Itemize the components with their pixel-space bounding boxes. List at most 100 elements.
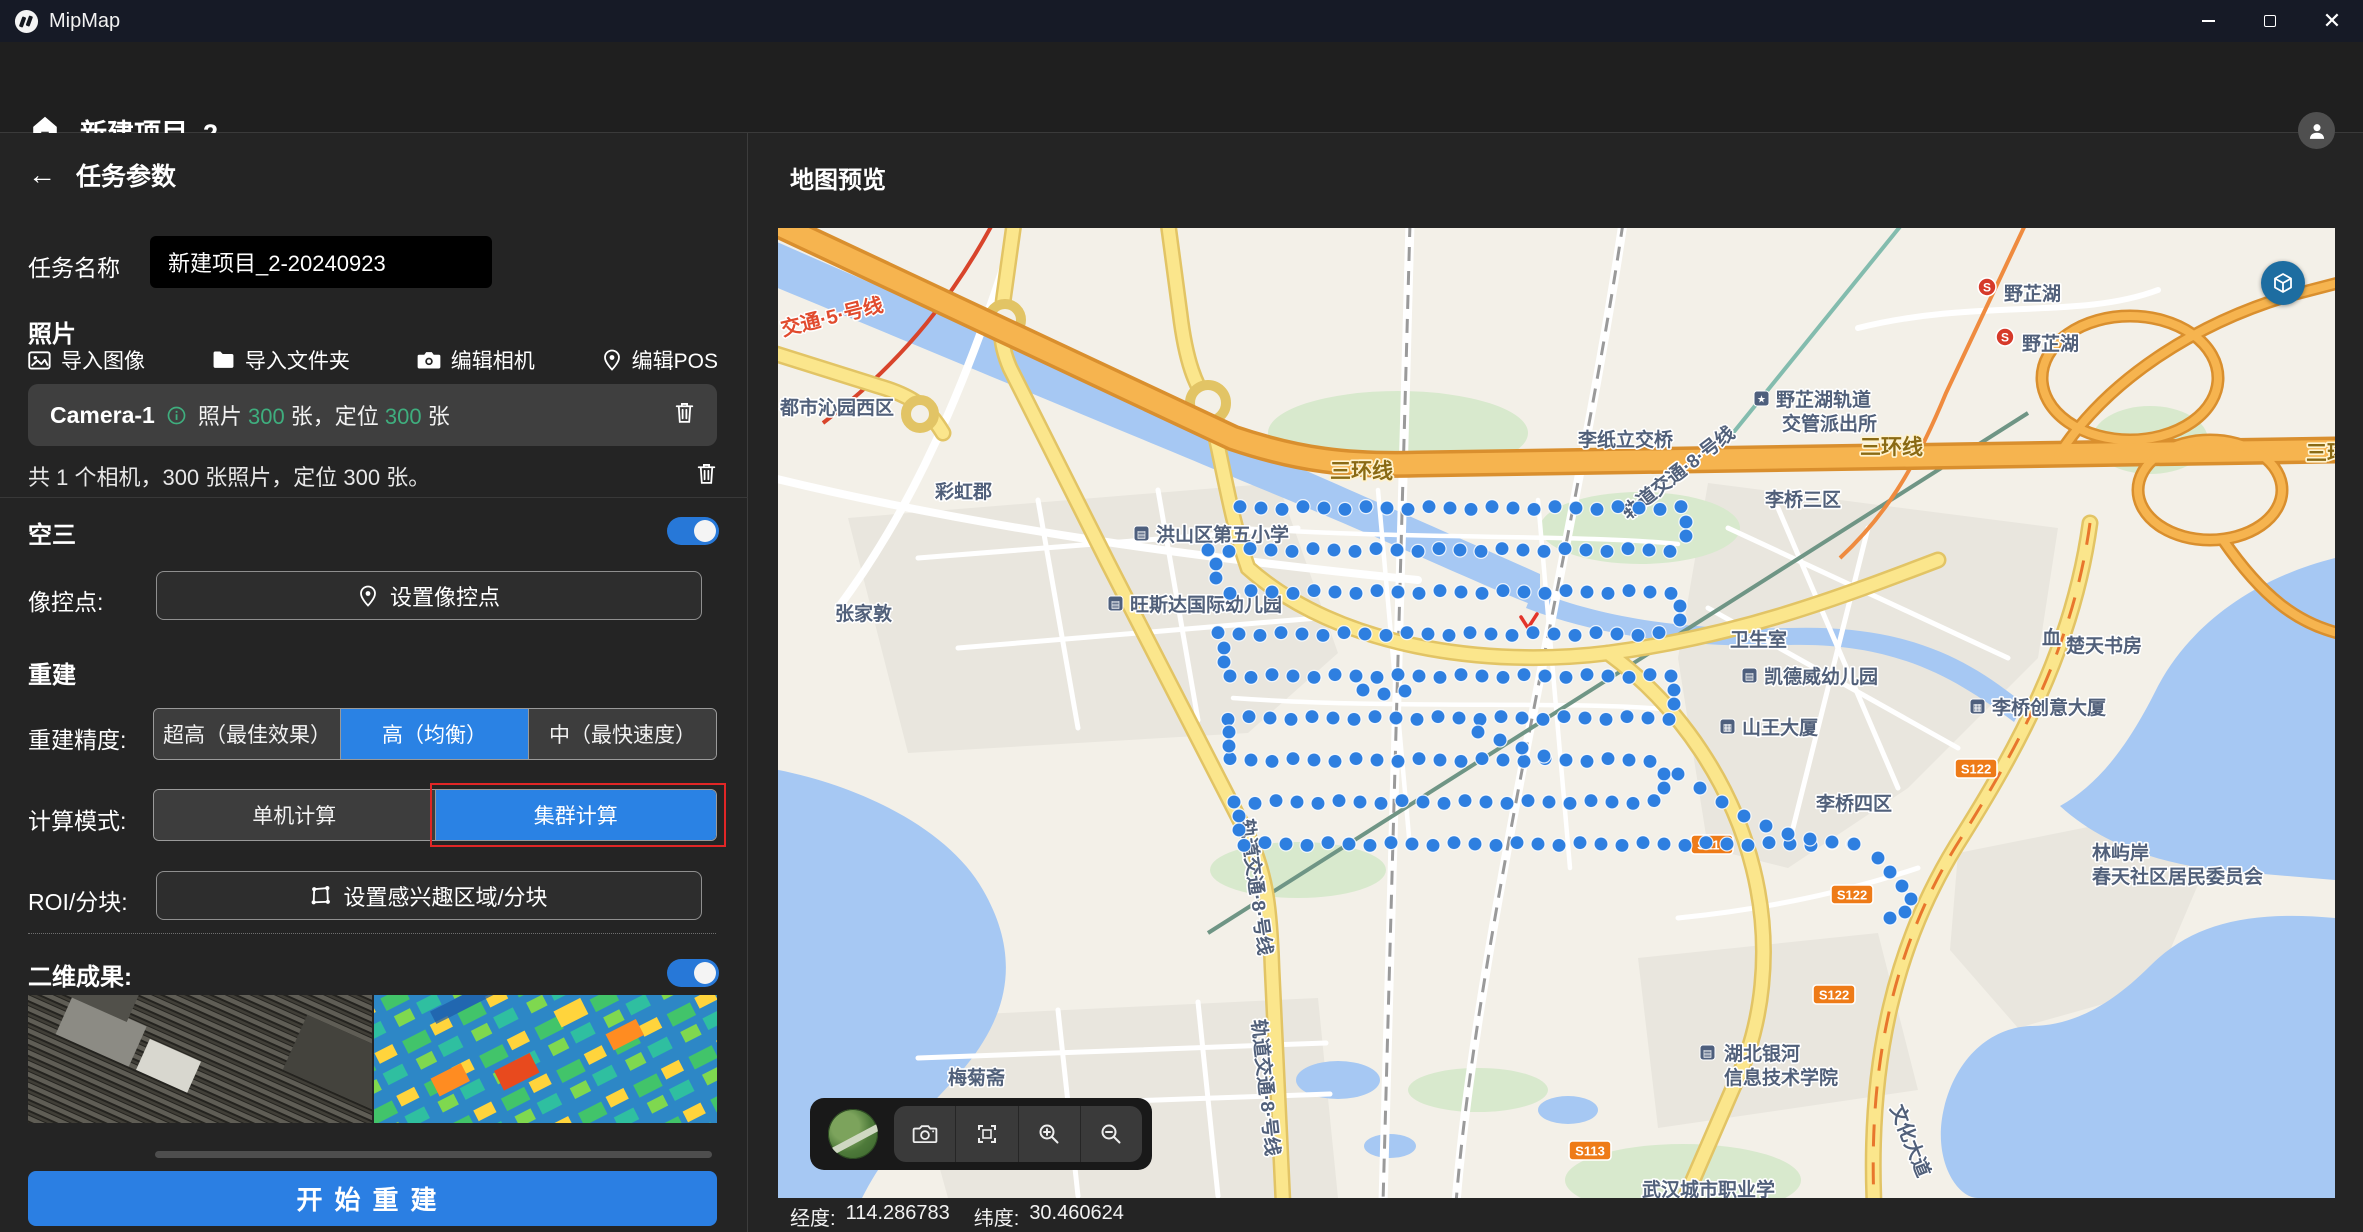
photo-position-dot [1473,712,1487,726]
photo-position-dot [1349,752,1363,766]
photo-position-dot [1307,584,1321,598]
photo-position-dot [1286,752,1300,766]
aero-toggle[interactable] [667,517,719,545]
photo-position-dot [1485,500,1499,514]
photo-position-dot [1531,837,1545,851]
photo-position-dot [1580,668,1594,682]
roi-label: ROI/分块: [28,883,128,917]
photo-position-dot [1496,670,1510,684]
photo-position-dot [1311,796,1325,810]
layers-button[interactable] [2261,261,2305,305]
compute-single[interactable]: 单机计算 [154,790,436,840]
delete-all-button[interactable] [696,462,717,490]
map-label: 三环线 [1330,459,1393,483]
photo-position-dot [1737,809,1751,823]
photo-position-dot [1412,669,1426,683]
import-image-button[interactable]: 导入图像 [28,345,145,375]
photo-position-dot [1673,613,1687,627]
task-name-label: 任务名称 [28,249,120,283]
compute-cluster[interactable]: 集群计算 [436,790,717,840]
photo-position-dot [1321,836,1335,850]
map-label: 洪山区第五小学 [1156,523,1289,546]
edit-pos-button[interactable]: 编辑POS [602,345,718,375]
user-avatar-button[interactable] [2298,112,2335,149]
photo-position-dot [1538,669,1552,683]
map-label: 林屿岸 [2092,841,2149,864]
header: 新建项目_2 [0,42,2363,133]
precision-medium[interactable]: 中（最快速度） [529,709,716,759]
latitude-value: 30.460624 [1029,1202,1124,1231]
photos-heading: 照片 [28,314,76,349]
photo-position-dot [1389,711,1403,725]
photo-position-dot [1305,710,1319,724]
photo-position-dot [1452,711,1466,725]
import-folder-button[interactable]: 导入文件夹 [212,345,350,375]
ortho-preview-thumbnail[interactable] [28,995,372,1123]
photo-position-dot [1398,684,1412,698]
photo-position-dot [1506,501,1520,515]
app-logo-icon [14,9,39,34]
photo-position-dot [1391,585,1405,599]
photo-position-dot [1327,543,1341,557]
photo-position-dot [1401,502,1415,516]
svg-text:▤: ▤ [1745,672,1754,683]
horizontal-scrollbar[interactable] [155,1151,712,1158]
map-label: 交管派出所 [1782,412,1877,435]
photo-position-dot [1328,585,1342,599]
camera-card[interactable]: Camera-1 照片 300 张，定位 300 张 [28,384,717,446]
set-gcp-label: 设置像控点 [390,580,500,612]
map-canvas[interactable]: 交通·5·号线都市沁园西区彩虹郡张家敦▤洪山区第五小学▤旺斯达国际幼儿园卫生室▤… [778,228,2335,1198]
photo-position-dot [1584,794,1598,808]
app-name: MipMap [49,10,120,33]
map-label: 卫生室 [1730,628,1787,651]
photo-position-dot [1781,827,1795,841]
start-rebuild-button[interactable]: 开始重建 [28,1171,717,1226]
photo-position-dot [1621,542,1635,556]
precision-high[interactable]: 高（均衡） [341,709,529,759]
set-gcp-button[interactable]: 设置像控点 [156,571,702,620]
minimize-button[interactable] [2177,0,2239,42]
photo-position-dot [1295,627,1309,641]
photo-position-dot [1667,683,1681,697]
set-roi-button[interactable]: 设置感兴趣区域/分块 [156,871,702,920]
basemap-satellite-thumbnail[interactable] [828,1109,878,1159]
photo-position-dot [1895,879,1909,893]
photo-position-dot [1463,626,1477,640]
task-name-input[interactable] [150,236,492,288]
result2d-toggle[interactable] [667,959,719,987]
photo-position-dot [1454,668,1468,682]
photo-position-dot [1326,711,1340,725]
screenshot-button[interactable] [894,1106,956,1162]
photo-position-dot [1433,753,1447,767]
maximize-button[interactable] [2239,0,2301,42]
close-button[interactable]: ✕ [2301,0,2363,42]
photo-position-dot [1641,711,1655,725]
edit-camera-button[interactable]: 编辑相机 [417,345,535,375]
photo-position-dot [1517,668,1531,682]
photo-position-dot [1475,752,1489,766]
dsm-preview-thumbnail[interactable] [374,995,717,1123]
zoom-out-button[interactable] [1081,1106,1142,1162]
photo-position-dot [1664,669,1678,683]
map-label: 三环线 [1860,435,1923,459]
photo-position-dot [1300,838,1314,852]
photo-position-dot [1232,823,1246,837]
fit-extent-button[interactable] [956,1106,1018,1162]
delete-camera-button[interactable] [674,401,695,429]
photo-position-dot [1244,584,1258,598]
map-label: 楚天书房 [2066,634,2142,657]
photo-position-dot [1536,712,1550,726]
photo-position-dot [1296,500,1310,514]
photo-position-dot [1337,626,1351,640]
back-arrow-icon[interactable]: ← [28,161,56,189]
photo-position-dot [1390,543,1404,557]
precision-ultra[interactable]: 超高（最佳效果） [154,709,341,759]
photo-position-dot [1699,836,1713,850]
photo-position-dot [1759,819,1773,833]
photo-position-dot [1605,795,1619,809]
map-label: 野芷湖 [2022,332,2079,355]
zoom-in-button[interactable] [1019,1106,1081,1162]
photo-position-dot [1369,542,1383,556]
photo-position-dot [1342,837,1356,851]
map-label: 李桥四区 [1815,792,1892,815]
